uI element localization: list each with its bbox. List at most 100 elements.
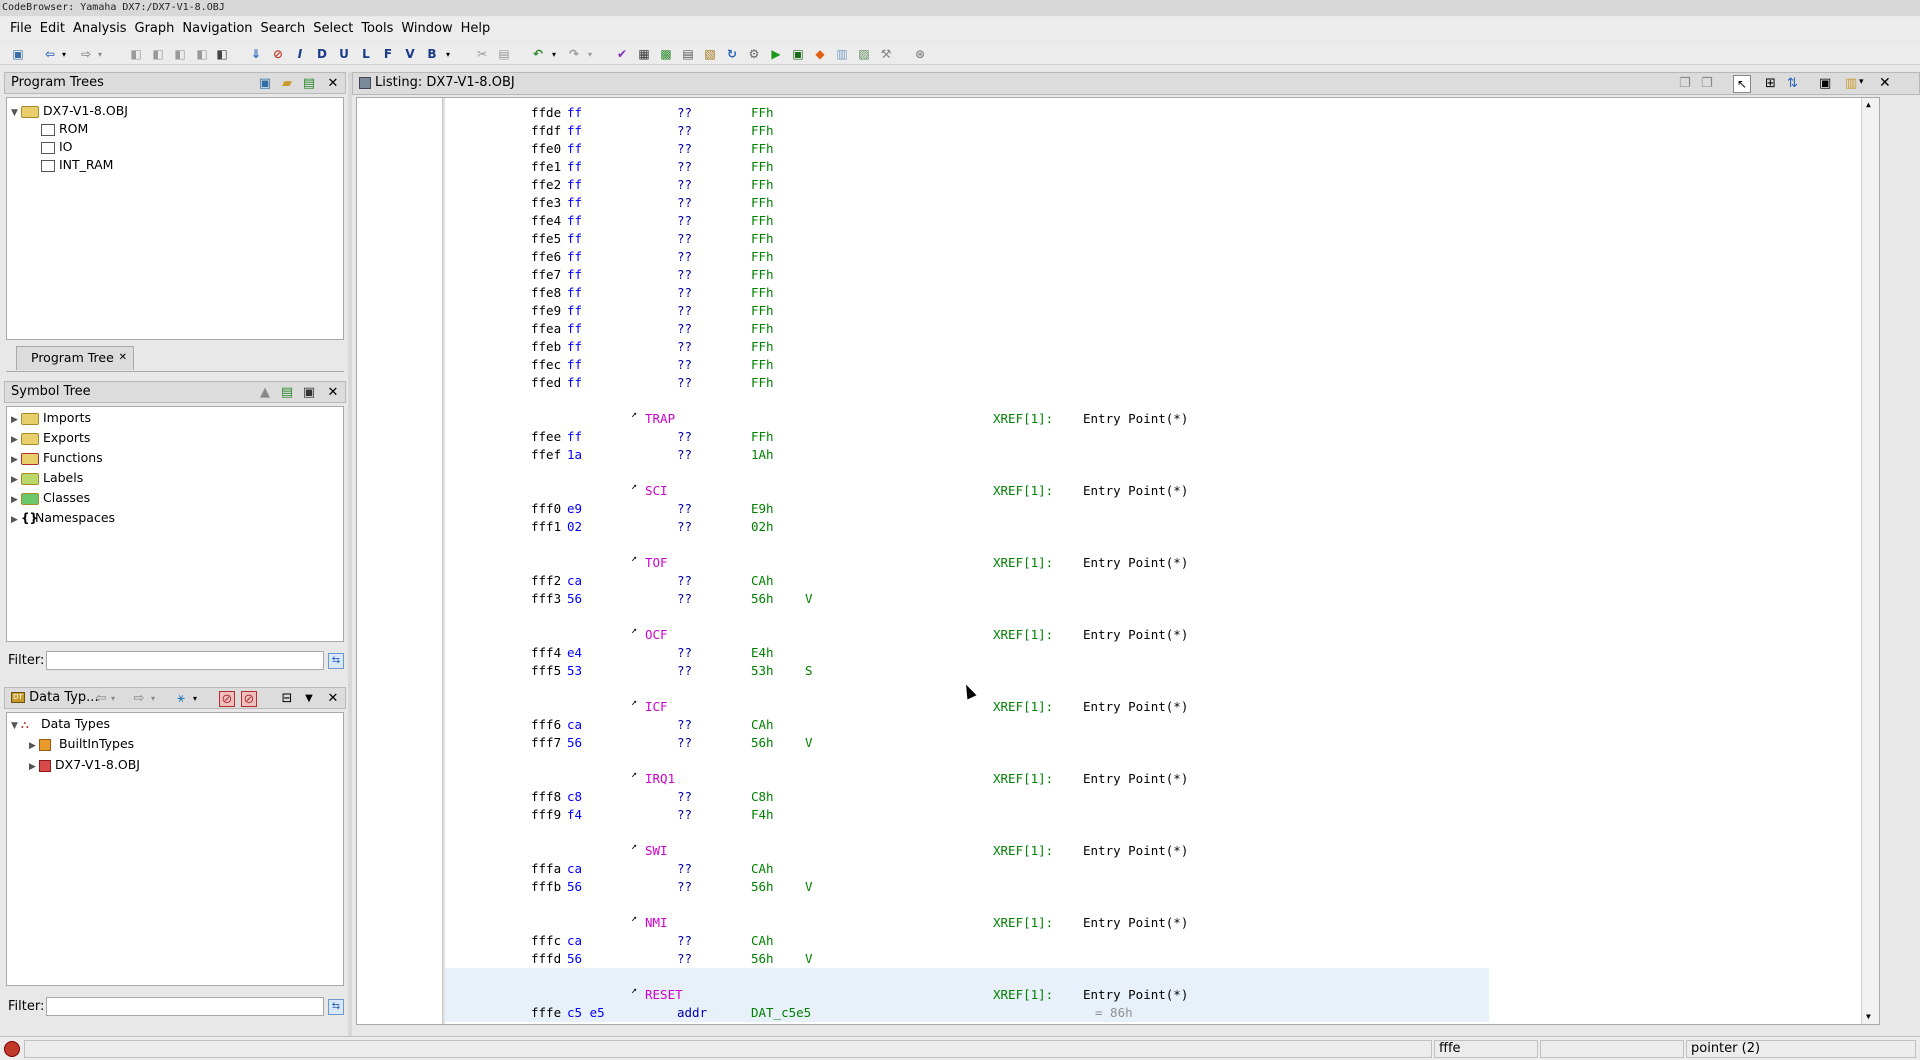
bytes-field[interactable]: ff xyxy=(567,230,582,248)
bytes-field[interactable]: ff xyxy=(567,338,582,356)
operand-field[interactable]: CAh xyxy=(751,572,774,590)
xref-target-field[interactable]: Entry Point(*) xyxy=(1083,410,1188,428)
bytes-field[interactable]: ff xyxy=(567,320,582,338)
xref-field[interactable]: XREF[1]: xyxy=(993,770,1053,788)
collapse-all-icon[interactable]: ⊟ xyxy=(279,691,295,707)
listing-data-row[interactable]: fffb 56?? 56h V xyxy=(445,878,1845,896)
bookmark-menu-icon[interactable]: ▾ xyxy=(440,46,456,62)
menu-navigation[interactable]: Navigation xyxy=(182,21,252,36)
back-menu-icon[interactable]: ▾ xyxy=(105,691,121,707)
panel-menu-icon[interactable]: ▼ xyxy=(301,691,317,707)
symbol-item-exports[interactable]: ▶ Exports xyxy=(11,429,90,447)
tree-item-rom[interactable]: ROM xyxy=(41,120,88,138)
operand-field[interactable]: E4h xyxy=(751,644,774,662)
operand-field[interactable]: 56h xyxy=(751,878,774,896)
operand-field[interactable]: C8h xyxy=(751,788,774,806)
tool-icon-3[interactable]: ▤ xyxy=(680,46,696,62)
xref-target-field[interactable]: Entry Point(*) xyxy=(1083,554,1188,572)
listing-blank-row[interactable] xyxy=(445,968,1489,986)
menu-edit[interactable]: Edit xyxy=(40,21,65,36)
operand-field[interactable]: FFh xyxy=(751,428,774,446)
listing-label-row[interactable]: ↗ IRQ1 XREF[1]: Entry Point(*) xyxy=(445,769,1845,788)
listing-data-row[interactable]: fff0 e9?? E9h xyxy=(445,500,1845,518)
bytes-field[interactable]: 53 xyxy=(567,662,582,680)
listing-data-row[interactable]: ffe2 ff?? FFh xyxy=(445,176,1845,194)
bytes-field[interactable]: 56 xyxy=(567,950,582,968)
terminal-icon[interactable]: ▣ xyxy=(790,46,806,62)
tree-options-icon[interactable]: ▤ xyxy=(301,76,317,92)
operand-field[interactable]: FFh xyxy=(751,320,774,338)
bytes-field[interactable]: 56 xyxy=(567,590,582,608)
listing-blank-row[interactable] xyxy=(445,464,1845,482)
eol-char-field[interactable]: S xyxy=(805,662,813,680)
operand-field[interactable]: CAh xyxy=(751,860,774,878)
address-field[interactable]: ffee xyxy=(531,428,561,446)
xref-target-field[interactable]: Entry Point(*) xyxy=(1083,482,1188,500)
operand-field[interactable]: 02h xyxy=(751,518,774,536)
listing-label-row[interactable]: ↗ RESET XREF[1]: Entry Point(*) xyxy=(445,985,1489,1004)
bytes-field[interactable]: c8 xyxy=(567,788,582,806)
operand-field[interactable]: 1Ah xyxy=(751,446,774,464)
mnemonic-field[interactable]: ?? xyxy=(677,248,692,266)
tree-root[interactable]: ▼ DX7-V1-8.OBJ xyxy=(11,102,128,120)
operand-field[interactable]: FFh xyxy=(751,176,774,194)
redo-menu-icon[interactable]: ▾ xyxy=(582,46,598,62)
xref-target-field[interactable]: Entry Point(*) xyxy=(1083,914,1188,932)
diamond-icon[interactable]: ◆ xyxy=(812,46,828,62)
listing-data-row[interactable]: ffec ff?? FFh xyxy=(445,356,1845,374)
mnemonic-field[interactable]: ?? xyxy=(677,284,692,302)
listing-data-row[interactable]: fff5 53?? 53h S xyxy=(445,662,1845,680)
mnemonic-field[interactable]: ?? xyxy=(677,374,692,392)
export-icon[interactable]: ▤ xyxy=(279,385,295,401)
function-nav-icon[interactable]: F xyxy=(380,46,396,62)
address-field[interactable]: fff7 xyxy=(531,734,561,752)
run-icon[interactable]: ▶ xyxy=(768,46,784,62)
tool-icon-4[interactable]: ▧ xyxy=(702,46,718,62)
snapshot-icon[interactable]: ▣ xyxy=(1819,76,1831,91)
address-field[interactable]: fffb xyxy=(531,878,561,896)
address-field[interactable]: ffe9 xyxy=(531,302,561,320)
menu-search[interactable]: Search xyxy=(261,21,306,36)
xref-field[interactable]: XREF[1]: xyxy=(993,914,1053,932)
forward-menu-icon[interactable]: ▾ xyxy=(92,46,108,62)
listing-view[interactable]: ffde ff?? FFh ffdf ff?? FFh ffe0 ff?? FFh ffe1 ff?… xyxy=(356,97,1880,1025)
address-field[interactable]: ffeb xyxy=(531,338,561,356)
close-icon[interactable]: ✕ xyxy=(325,385,341,401)
bytes-field[interactable]: e4 xyxy=(567,644,582,662)
address-field[interactable]: ffe1 xyxy=(531,158,561,176)
eol-char-field[interactable]: V xyxy=(805,590,813,608)
filter-types-menu-icon[interactable]: ▾ xyxy=(187,691,203,707)
bytes-field[interactable]: 02 xyxy=(567,518,582,536)
symbol-item-classes[interactable]: ▶ Classes xyxy=(11,489,90,507)
xref-field[interactable]: XREF[1]: xyxy=(993,554,1053,572)
filter-arrays-icon[interactable]: ⊘ xyxy=(219,691,235,707)
address-field[interactable]: fff6 xyxy=(531,716,561,734)
menu-graph[interactable]: Graph xyxy=(135,21,175,36)
address-field[interactable]: fffd xyxy=(531,950,561,968)
filter-options-icon[interactable]: ⇆ xyxy=(328,999,344,1015)
thumb-icon[interactable]: ▲ xyxy=(257,385,273,401)
operand-field[interactable]: FFh xyxy=(751,338,774,356)
address-field[interactable]: fff1 xyxy=(531,518,561,536)
bytes-field[interactable]: ca xyxy=(567,932,582,950)
down-arrow-icon[interactable]: ⇓ xyxy=(248,46,264,62)
bytes-field[interactable]: ff xyxy=(567,284,582,302)
bytes-field[interactable]: ff xyxy=(567,302,582,320)
listing-blank-row[interactable] xyxy=(445,752,1845,770)
address-field[interactable]: fffc xyxy=(531,932,561,950)
instruction-nav-icon[interactable]: I xyxy=(292,46,308,62)
expand-icon[interactable]: ▶ xyxy=(11,451,21,469)
listing-data-row[interactable]: fff8 c8?? C8h xyxy=(445,788,1845,806)
listing-data-row[interactable]: ffed ff?? FFh xyxy=(445,374,1845,392)
address-field[interactable]: fff5 xyxy=(531,662,561,680)
expand-icon[interactable]: ▶ xyxy=(11,491,21,509)
paste-icon[interactable]: ❐ xyxy=(1701,76,1713,91)
data-types-root[interactable]: ▼ ⛬ Data Types xyxy=(11,715,110,733)
layout-icon[interactable]: ▥ xyxy=(1845,76,1857,91)
mnemonic-field[interactable]: ?? xyxy=(677,572,692,590)
expand-icon[interactable]: ▼ xyxy=(11,717,21,735)
layout-menu-icon[interactable]: ▾ xyxy=(1859,77,1864,87)
operand-field[interactable]: E9h xyxy=(751,500,774,518)
label-field[interactable]: ICF xyxy=(645,698,668,716)
address-field[interactable]: ffe2 xyxy=(531,176,561,194)
